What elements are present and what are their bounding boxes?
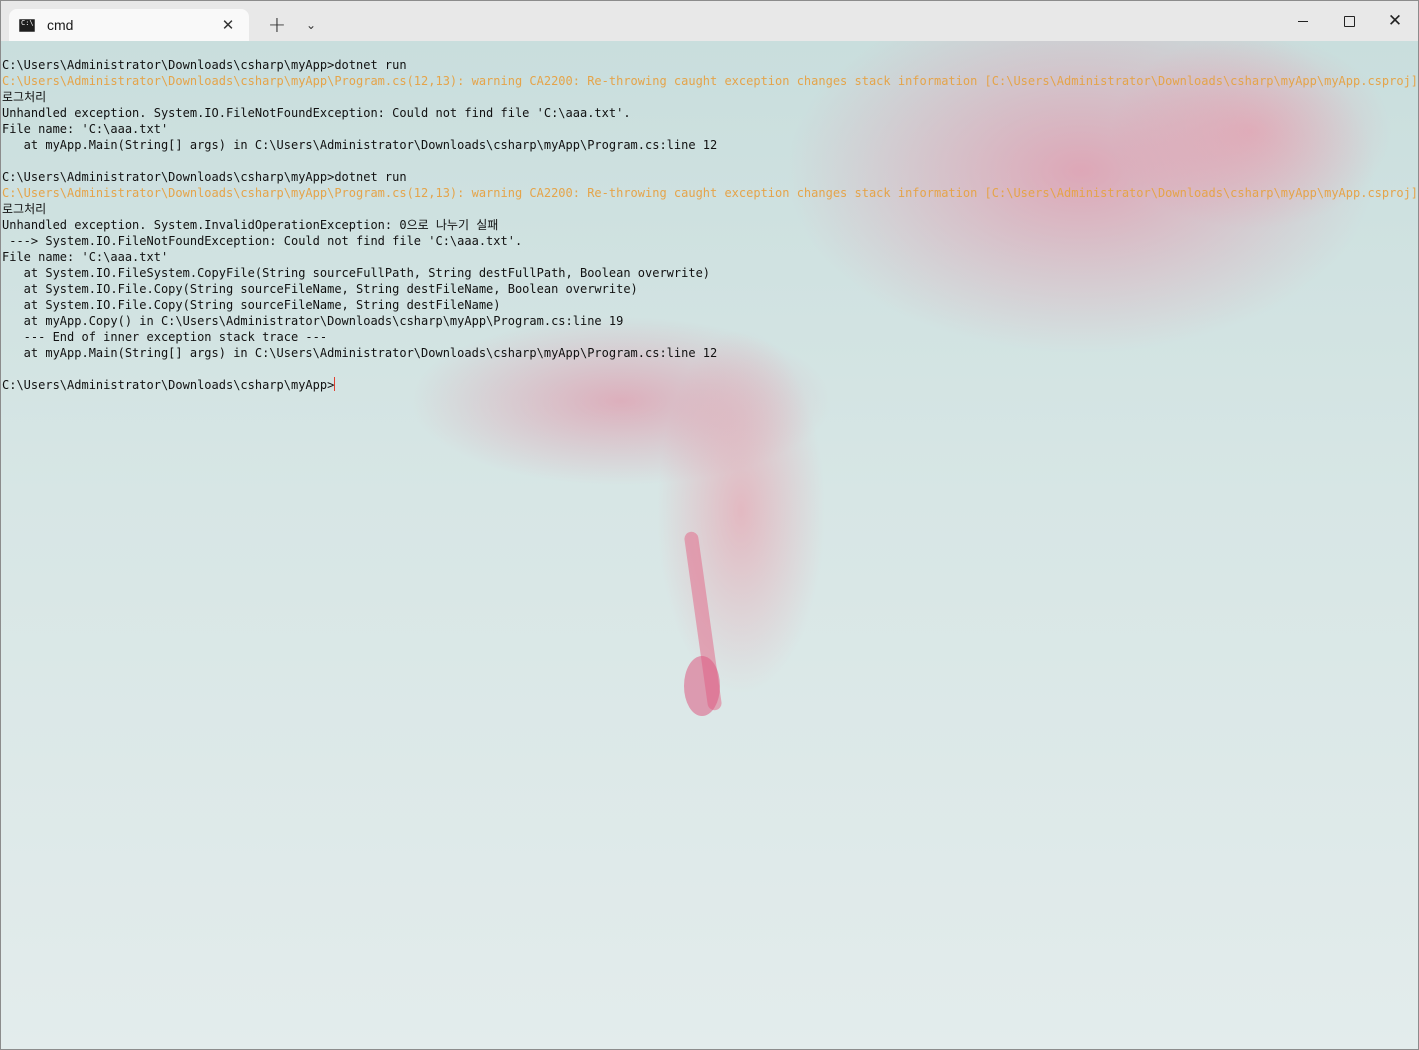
output-line: --- End of inner exception stack trace -…	[2, 330, 328, 344]
console-output: C:\Users\Administrator\Downloads\csharp\…	[2, 57, 1418, 393]
output-line: 로그처리	[2, 202, 47, 216]
output-line: Unhandled exception. System.IO.FileNotFo…	[2, 106, 631, 120]
output-line: File name: 'C:\aaa.txt'	[2, 250, 169, 264]
maximize-icon	[1343, 15, 1355, 27]
new-tab-button[interactable]: +	[261, 9, 293, 41]
prompt-text: C:\Users\Administrator\Downloads\csharp\…	[2, 378, 335, 392]
title-bar[interactable]: cmd ✕ + ⌄ ✕	[1, 1, 1418, 41]
output-line: at System.IO.File.Copy(String sourceFile…	[2, 282, 638, 296]
output-line: C:\Users\Administrator\Downloads\csharp\…	[2, 58, 407, 72]
output-line: at System.IO.File.Copy(String sourceFile…	[2, 298, 501, 312]
close-icon: ✕	[1387, 11, 1403, 31]
terminal-output-area[interactable]: C:\Users\Administrator\Downloads\csharp\…	[1, 41, 1418, 1049]
terminal-window: cmd ✕ + ⌄ ✕ C:\Users\Administrator\Downl…	[0, 0, 1419, 1050]
output-line: at myApp.Main(String[] args) in C:\Users…	[2, 346, 718, 360]
output-line: ---> System.IO.FileNotFoundException: Co…	[2, 234, 523, 248]
output-line: C:\Users\Administrator\Downloads\csharp\…	[2, 170, 407, 184]
text-cursor	[334, 377, 336, 391]
minimize-icon	[1298, 20, 1308, 22]
tab-close-icon[interactable]: ✕	[217, 14, 239, 36]
output-line: 로그처리	[2, 90, 47, 104]
cmd-icon	[19, 18, 35, 32]
close-button[interactable]: ✕	[1372, 1, 1418, 41]
chevron-down-icon[interactable]: ⌄	[297, 9, 325, 41]
output-line: at myApp.Copy() in C:\Users\Administrato…	[2, 314, 624, 328]
tab-cmd[interactable]: cmd ✕	[9, 9, 249, 41]
warning-line: C:\Users\Administrator\Downloads\csharp\…	[2, 74, 1418, 88]
output-line: at myApp.Main(String[] args) in C:\Users…	[2, 138, 718, 152]
prompt-line[interactable]: C:\Users\Administrator\Downloads\csharp\…	[2, 377, 1418, 393]
caption-buttons: ✕	[1280, 1, 1418, 41]
minimize-button[interactable]	[1280, 1, 1326, 41]
output-line: Unhandled exception. System.InvalidOpera…	[2, 218, 499, 232]
output-line: File name: 'C:\aaa.txt'	[2, 122, 169, 136]
output-line: at System.IO.FileSystem.CopyFile(String …	[2, 266, 711, 280]
warning-line: C:\Users\Administrator\Downloads\csharp\…	[2, 186, 1418, 200]
background-flower-tip	[684, 656, 720, 716]
maximize-button[interactable]	[1326, 1, 1372, 41]
tab-title: cmd	[47, 17, 74, 33]
